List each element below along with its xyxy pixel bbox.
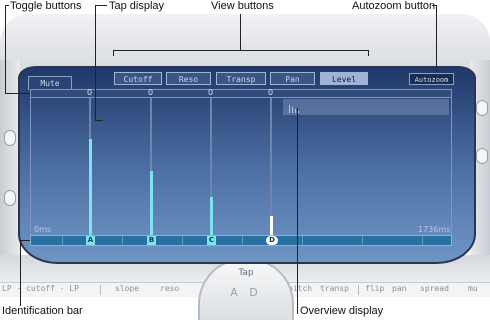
callout-autozoom: Autozoom button: [352, 0, 436, 12]
callout-line: [95, 120, 103, 121]
overview-tap-mark: [298, 111, 299, 113]
id-bar-tick: [362, 236, 363, 245]
right-knob-icon[interactable]: [476, 148, 488, 164]
param-label[interactable]: slope: [115, 284, 139, 293]
tap-selector-dial[interactable]: Tap A D: [198, 258, 294, 320]
id-bar-tick: [302, 236, 303, 245]
time-end-label: 1736ms: [418, 225, 451, 234]
view-button-level[interactable]: Level: [320, 72, 368, 85]
callout-line: [436, 5, 437, 72]
tap-dial-label: Tap: [238, 268, 254, 278]
tap-id-d[interactable]: D: [266, 236, 278, 245]
id-bar-tick: [422, 236, 423, 245]
param-label[interactable]: spread: [420, 284, 449, 293]
callout-line: [5, 5, 9, 6]
callout-bracket: [113, 50, 114, 56]
overview-tap-mark: [295, 109, 296, 113]
left-knob-icon[interactable]: [4, 130, 16, 146]
param-label[interactable]: flip: [365, 284, 384, 293]
tap-id-c[interactable]: C: [207, 236, 216, 245]
callout-toggle-buttons: Toggle buttons: [10, 0, 82, 12]
param-label[interactable]: mu: [468, 284, 478, 293]
tap-display[interactable]: [30, 98, 452, 235]
tap-id-a[interactable]: A: [86, 236, 95, 245]
overview-display[interactable]: [283, 99, 449, 115]
param-divider: [100, 285, 101, 295]
tap-dial-value: A D: [230, 286, 262, 299]
id-bar-tick: [122, 236, 123, 245]
overview-tap-mark: [292, 107, 293, 113]
view-button-cutoff[interactable]: Cutoff: [114, 72, 162, 85]
tap-level-bar-b[interactable]: [150, 171, 153, 235]
view-button-pan[interactable]: Pan: [270, 72, 315, 85]
id-bar-tick: [182, 236, 183, 245]
view-button-reso[interactable]: Reso: [166, 72, 211, 85]
time-start-label: 0ms: [34, 225, 52, 234]
tap-level-bar-c[interactable]: [210, 197, 213, 235]
callout-line: [5, 93, 30, 94]
toggle-button-b[interactable]: 0: [148, 88, 153, 97]
callout-line: [240, 14, 241, 50]
callout-bracket: [368, 50, 369, 56]
overview-tap-mark: [289, 105, 290, 113]
toggle-button-a[interactable]: 0: [87, 88, 92, 97]
callout-line: [5, 5, 6, 93]
tap-id-b[interactable]: B: [147, 236, 156, 245]
param-label[interactable]: pan: [392, 284, 406, 293]
param-label[interactable]: reso: [160, 284, 179, 293]
callout-line: [95, 5, 96, 120]
callout-line: [20, 240, 21, 306]
tap-line-d: [270, 98, 272, 235]
autozoom-button[interactable]: Autozoom: [409, 73, 454, 85]
callout-line: [95, 5, 107, 6]
callout-tap-display: Tap display: [109, 0, 165, 12]
left-knob-icon[interactable]: [4, 190, 16, 206]
view-button-transp[interactable]: Transp: [216, 72, 266, 85]
callout-overview-display: Overview display: [300, 305, 384, 317]
toggle-button-d[interactable]: 0: [268, 88, 273, 97]
callout-view-buttons: View buttons: [211, 0, 274, 12]
param-label[interactable]: transp: [320, 284, 349, 293]
right-knob-icon[interactable]: [476, 100, 488, 116]
tap-level-bar-d[interactable]: [270, 216, 273, 235]
toggle-button-c[interactable]: 0: [208, 88, 213, 97]
callout-line: [297, 108, 298, 314]
id-bar-tick: [242, 236, 243, 245]
param-divider: [358, 285, 359, 295]
toggle-buttons-row: [30, 89, 452, 98]
mute-button[interactable]: Mute: [28, 76, 72, 90]
plugin-header: [0, 14, 490, 72]
param-label[interactable]: LP - cutoff - LP: [2, 284, 79, 293]
id-bar-tick: [62, 236, 63, 245]
callout-identification-bar: Identification bar: [2, 305, 83, 317]
tap-level-bar-a[interactable]: [89, 139, 92, 235]
callout-bracket: [113, 50, 369, 51]
callout-line: [20, 240, 30, 241]
